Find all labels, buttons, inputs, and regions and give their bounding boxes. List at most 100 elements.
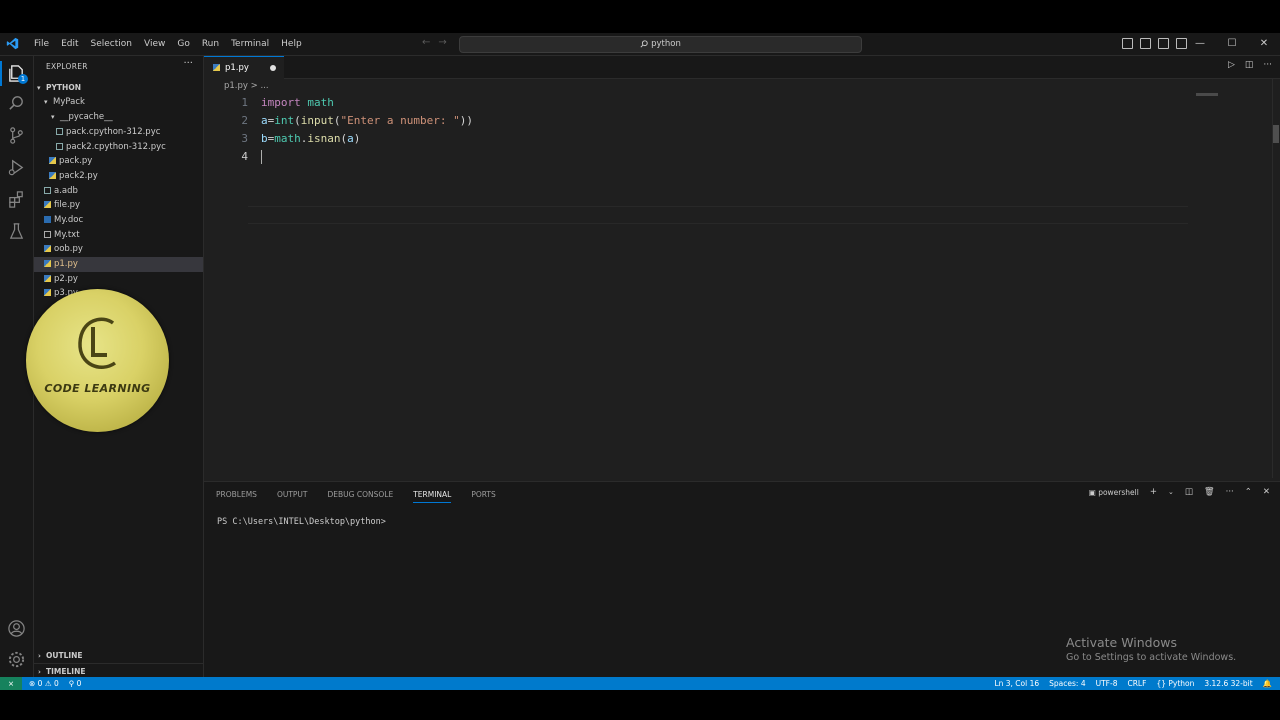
more-actions-icon[interactable]: ··· <box>183 58 193 69</box>
tree-file-pack2-pyc[interactable]: pack2.cpython-312.pyc <box>34 140 203 155</box>
letterbox-bottom <box>0 690 1280 720</box>
code-line-3[interactable]: b=math.isnan(a) <box>261 132 360 145</box>
new-terminal-icon[interactable]: + <box>1150 487 1157 497</box>
breadcrumb[interactable]: p1.py > ... <box>224 81 269 91</box>
chevron-right-icon: › <box>38 652 41 660</box>
accounts-icon[interactable] <box>7 619 26 638</box>
settings-gear-icon[interactable] <box>7 650 26 669</box>
tree-item-label: My.doc <box>54 215 84 225</box>
tree-file-a-adb[interactable]: a.adb <box>34 184 203 199</box>
tab-p1-py[interactable]: p1.py <box>204 56 284 79</box>
python-file-icon <box>49 172 56 179</box>
python-interpreter[interactable]: 3.12.6 32-bit <box>1204 677 1252 690</box>
tree-file-pack2-py[interactable]: pack2.py <box>34 169 203 184</box>
menu-bar: File Edit Selection View Go Run Terminal… <box>28 33 308 55</box>
tree-item-label: oob.py <box>54 244 83 254</box>
python-file-icon <box>44 245 51 252</box>
code-editor[interactable]: 1 import math 2 a=int(input("Enter a num… <box>204 91 1264 481</box>
close-panel-icon[interactable]: ✕ <box>1263 487 1270 497</box>
more-actions-icon[interactable]: ··· <box>1226 487 1234 497</box>
menu-terminal[interactable]: Terminal <box>225 33 275 55</box>
maximize-panel-icon[interactable]: ⌃ <box>1245 487 1252 497</box>
tree-file-oob-py[interactable]: oob.py <box>34 242 203 257</box>
run-python-file-icon[interactable]: ▷ <box>1228 60 1235 70</box>
terminal-shell-selector[interactable]: ▣ powershell <box>1089 488 1139 497</box>
language-label: Python <box>1168 679 1195 688</box>
tree-file-p1-py[interactable]: p1.py <box>34 257 203 272</box>
scrollbar-thumb[interactable] <box>1273 125 1279 143</box>
notifications-bell-icon[interactable]: 🔔 <box>1263 677 1272 690</box>
code-line-1[interactable]: import math <box>261 96 334 109</box>
braces-icon: {} <box>1156 679 1169 688</box>
tree-file-p2-py[interactable]: p2.py <box>34 272 203 287</box>
tree-file-my-txt[interactable]: My.txt <box>34 228 203 243</box>
split-editor-icon[interactable]: ◫ <box>1245 60 1254 70</box>
code-line-2[interactable]: a=int(input("Enter a number: ")) <box>261 114 473 127</box>
line-number: 4 <box>241 150 248 163</box>
menu-edit[interactable]: Edit <box>55 33 84 55</box>
chevron-down-icon: ▾ <box>51 113 55 121</box>
tab-terminal[interactable]: TERMINAL <box>413 490 452 503</box>
outline-section[interactable]: › OUTLINE <box>34 648 203 663</box>
word-file-icon <box>44 216 51 223</box>
command-center-search[interactable]: python <box>459 36 862 53</box>
menu-view[interactable]: View <box>138 33 171 55</box>
indentation[interactable]: Spaces: 4 <box>1049 677 1085 690</box>
forward-arrow-icon[interactable]: → <box>438 37 446 48</box>
encoding[interactable]: UTF-8 <box>1096 677 1118 690</box>
back-arrow-icon[interactable]: ← <box>422 37 430 48</box>
tree-folder-pycache[interactable]: ▾ __pycache__ <box>34 110 203 125</box>
problems-indicator[interactable]: ⊗ 0 ⚠ 0 <box>29 677 59 690</box>
tree-item-label: p2.py <box>54 274 78 284</box>
file-icon <box>56 128 63 135</box>
toggle-secondary-sidebar-icon[interactable] <box>1158 38 1169 49</box>
window-controls: — ☐ ✕ <box>1184 33 1280 55</box>
toggle-panel-icon[interactable] <box>1140 38 1151 49</box>
language-mode[interactable]: {} Python <box>1156 677 1194 690</box>
testing-flask-icon[interactable] <box>7 222 26 241</box>
chevron-down-icon[interactable]: ⌄ <box>1168 488 1174 496</box>
search-view-icon[interactable] <box>7 94 26 113</box>
more-actions-icon[interactable]: ··· <box>1263 60 1272 70</box>
current-line-highlight <box>248 206 1188 224</box>
extensions-icon[interactable] <box>7 190 26 209</box>
menu-run[interactable]: Run <box>196 33 225 55</box>
logo-text: CODE LEARNING <box>44 382 151 395</box>
tab-output[interactable]: OUTPUT <box>277 490 308 503</box>
workspace-root[interactable]: ▾ PYTHON <box>34 80 203 95</box>
tab-problems[interactable]: PROBLEMS <box>216 490 257 503</box>
tab-debug-console[interactable]: DEBUG CONSOLE <box>328 490 394 503</box>
toggle-primary-sidebar-icon[interactable] <box>1122 38 1133 49</box>
status-left: ⊗ 0 ⚠ 0 ⚲ 0 <box>29 677 81 690</box>
tab-ports[interactable]: PORTS <box>471 490 495 503</box>
tree-item-label: MyPack <box>53 97 85 107</box>
tree-file-file-py[interactable]: file.py <box>34 198 203 213</box>
run-debug-icon[interactable] <box>7 158 26 177</box>
tree-folder-mypack[interactable]: ▾ MyPack <box>34 95 203 110</box>
terminal-prompt[interactable]: PS C:\Users\INTEL\Desktop\python> <box>217 517 386 527</box>
tree-file-my-doc[interactable]: My.doc <box>34 213 203 228</box>
maximize-icon[interactable]: ☐ <box>1216 33 1248 55</box>
explorer-icon[interactable]: 1 <box>0 61 28 86</box>
line-ending[interactable]: CRLF <box>1127 677 1146 690</box>
menu-go[interactable]: Go <box>171 33 195 55</box>
minimap[interactable] <box>1196 93 1218 96</box>
menu-selection[interactable]: Selection <box>85 33 138 55</box>
search-icon <box>640 39 648 48</box>
unsaved-dot-icon[interactable] <box>270 65 276 71</box>
kill-terminal-trash-icon[interactable]: 🗑 <box>1204 487 1215 497</box>
tree-file-pack-py[interactable]: pack.py <box>34 154 203 169</box>
close-icon[interactable]: ✕ <box>1248 33 1280 55</box>
python-file-icon <box>44 201 51 208</box>
letterbox-top <box>0 0 1280 33</box>
minimize-icon[interactable]: — <box>1184 33 1216 55</box>
remote-indicator-icon[interactable]: ⨯ <box>0 677 22 690</box>
tree-file-pack-pyc[interactable]: pack.cpython-312.pyc <box>34 125 203 140</box>
menu-file[interactable]: File <box>28 33 55 55</box>
cursor-position[interactable]: Ln 3, Col 16 <box>994 677 1039 690</box>
ports-indicator[interactable]: ⚲ 0 <box>69 677 82 690</box>
split-terminal-icon[interactable]: ◫ <box>1185 487 1193 497</box>
source-control-icon[interactable] <box>7 126 26 145</box>
menu-help[interactable]: Help <box>275 33 308 55</box>
file-icon <box>56 143 63 150</box>
